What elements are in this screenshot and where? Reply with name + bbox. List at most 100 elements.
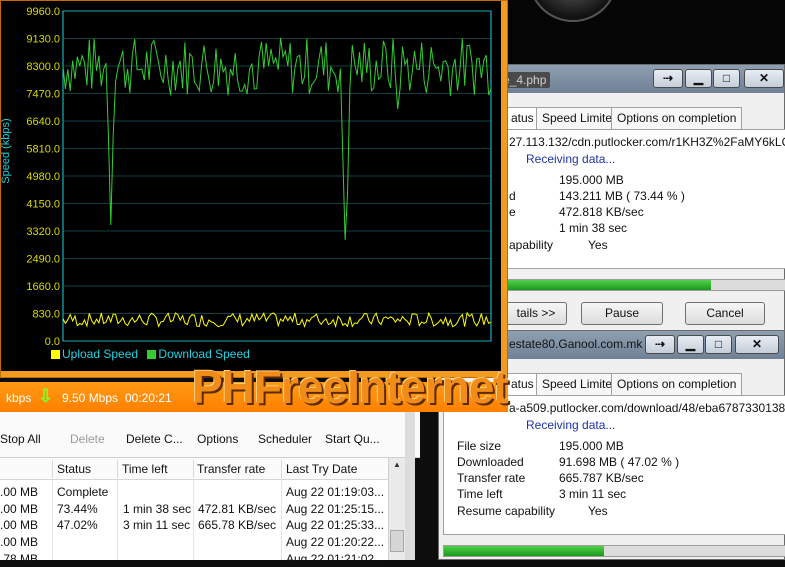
download-legend-swatch [147, 350, 157, 359]
speed-graph: 9960.0 9130.0 8300.0 7470.0 6640.0 5810.0 4980… [1, 1, 501, 371]
table-row[interactable]: .00 MB Aug 22 01:20:22... [0, 534, 405, 550]
row-date: Aug 22 01:21:02... [286, 552, 385, 566]
watermark-logo: PHFreeInternet [192, 361, 509, 413]
table-row[interactable]: .78 MB Aug 22 01:21:02... [0, 551, 405, 567]
dialog-1-restore-icon[interactable]: ⇢ [653, 69, 683, 88]
dialog-2-label-transfer-rate: Transfer rate [457, 471, 526, 485]
dialog-1-time-left: 1 min 38 sec [559, 221, 628, 235]
row-size: .00 MB [0, 485, 39, 499]
dialog-2-resume-capability: Yes [588, 504, 608, 518]
options-button[interactable]: Options [197, 432, 238, 446]
y-tick-label: 3320.0 [26, 226, 60, 238]
stop-all-button[interactable]: Stop All [0, 432, 41, 446]
window-separator [405, 412, 415, 560]
elapsed-time: 00:20:21 [125, 391, 172, 405]
download-dialog-1: e_4.php ⇢ ▁ □ ✕ atus Speed Limiter Optio… [499, 64, 785, 334]
dialog-1-file-size: 195.000 MB [559, 173, 624, 187]
dialog-1-close-button[interactable]: ✕ [744, 69, 784, 88]
row-date: Aug 22 01:25:15... [286, 502, 385, 516]
main-toolbar: Stop All Delete Delete C... Options Sche… [0, 412, 420, 458]
scrollbar-thumb[interactable] [390, 530, 404, 552]
details-button[interactable]: tails >> [505, 302, 567, 325]
dialog-2-transfer-rate: 665.787 KB/sec [559, 471, 644, 485]
dialog-1-minimize-button[interactable]: ▁ [685, 69, 712, 88]
y-tick-label: 5810.0 [26, 144, 60, 156]
dialog-2-progress-fill [444, 546, 605, 556]
dialog-1-url: 27.113.132/cdn.putlocker.com/r1KH3Z%2FaM… [509, 135, 785, 149]
tab-options-on-completion[interactable]: Options on completion [611, 107, 743, 129]
row-size: .00 MB [0, 518, 39, 532]
scheduler-button[interactable]: Scheduler [258, 432, 312, 446]
dialog-2-label-file-size: File size [457, 439, 502, 453]
row-time-left: 1 min 38 sec [123, 502, 192, 516]
dialog-2-title: estate80.Ganool.com.mk [509, 337, 643, 351]
table-row[interactable]: .00 MB 73.44% 1 min 38 sec 472.81 KB/sec… [0, 501, 405, 517]
download-list-scrollbar[interactable]: ▲ [388, 458, 405, 560]
scroll-up-icon[interactable]: ▲ [393, 460, 401, 469]
table-row[interactable]: .00 MB Complete Aug 22 01:19:03... [0, 484, 405, 500]
y-tick-label: 830.0 [32, 309, 60, 321]
y-tick-label: 9960.0 [26, 6, 60, 18]
dialog-2-progress-bar [443, 545, 785, 557]
y-tick-label: 6640.0 [26, 116, 60, 128]
row-rate: 472.81 KB/sec [198, 502, 277, 516]
row-size: .00 MB [0, 535, 39, 549]
upload-legend-swatch [51, 350, 60, 359]
dialog-2-restore-icon[interactable]: ⇢ [645, 335, 675, 354]
tab-options-on-completion[interactable]: Options on completion [611, 373, 743, 395]
cancel-button[interactable]: Cancel [685, 302, 765, 325]
upload-speed-series [62, 311, 492, 329]
tab-speed-limiter[interactable]: Speed Limiter [536, 107, 623, 129]
row-size: .00 MB [0, 502, 39, 516]
y-tick-label: 4150.0 [26, 199, 60, 211]
graph-legend: Upload Speed Download Speed [51, 347, 250, 361]
delete-completed-button[interactable]: Delete C... [126, 432, 183, 446]
y-tick-label: 4980.0 [26, 171, 60, 183]
row-size: .78 MB [0, 552, 39, 566]
upload-legend-label: Upload Speed [62, 347, 139, 361]
delete-button[interactable]: Delete [70, 432, 105, 446]
y-tick-label: 7470.0 [26, 89, 60, 101]
tab-speed-limiter[interactable]: Speed Limiter [536, 373, 623, 395]
upload-speed-unit: kbps [6, 391, 32, 405]
row-date: Aug 22 01:20:22... [286, 535, 385, 549]
download-speed-series [62, 37, 492, 240]
y-axis-title: Speed (kbps) [1, 118, 12, 183]
row-date: Aug 22 01:25:33... [286, 518, 385, 532]
dialog-2-label-resume: Resume capability [457, 504, 556, 518]
column-transfer-rate[interactable]: Transfer rate [197, 462, 265, 476]
dialog-1-label-4: apability [509, 238, 554, 252]
row-date: Aug 22 01:19:03... [286, 485, 385, 499]
dialog-2-url: a-a509.putlocker.com/download/48/eba6787… [509, 401, 785, 415]
start-queue-button[interactable]: Start Qu... [325, 432, 380, 446]
dialog-2-downloaded: 91.698 MB ( 47.02 % ) [559, 455, 680, 469]
dialog-2-label-downloaded: Downloaded [457, 455, 524, 469]
dialog-1-label-2: e [509, 205, 516, 219]
pause-button[interactable]: Pause [581, 302, 663, 325]
row-status: Complete [57, 485, 109, 499]
y-tick-label: 8300.0 [26, 61, 60, 73]
download-legend-label: Download Speed [158, 347, 250, 361]
dialog-1-progress-bar [505, 279, 785, 291]
dialog-2-label-time-left: Time left [457, 487, 503, 501]
column-last-try-date[interactable]: Last Try Date [286, 462, 357, 476]
tab-status[interactable]: atus [505, 107, 540, 129]
column-time-left[interactable]: Time left [122, 462, 168, 476]
y-tick-label: 2490.0 [26, 254, 60, 266]
tab-status[interactable]: atus [505, 373, 540, 395]
dialog-1-downloaded: 143.211 MB ( 73.44 % ) [559, 189, 685, 203]
dialog-1-maximize-button[interactable]: □ [713, 69, 740, 88]
table-row[interactable]: .00 MB 47.02% 3 min 11 sec 665.78 KB/sec… [0, 517, 405, 533]
row-time-left: 3 min 11 sec [123, 518, 191, 532]
download-arrow-icon: ⇩ [38, 386, 54, 406]
download-list: Status Time left Transfer rate Last Try … [0, 458, 405, 566]
column-status[interactable]: Status [57, 462, 91, 476]
dialog-2-maximize-button[interactable]: □ [705, 335, 732, 354]
speed-graph-window: 9960.0 9130.0 8300.0 7470.0 6640.0 5810.0 4980… [0, 0, 508, 378]
y-tick-label: 1660.0 [26, 281, 60, 293]
dialog-2-close-button[interactable]: ✕ [735, 335, 779, 354]
dialog-2-time-left: 3 min 11 sec [559, 487, 627, 501]
dialog-1-status: Receiving data... [526, 152, 616, 166]
row-rate: 665.78 KB/sec [198, 518, 277, 532]
dialog-2-minimize-button[interactable]: ▁ [677, 335, 704, 354]
